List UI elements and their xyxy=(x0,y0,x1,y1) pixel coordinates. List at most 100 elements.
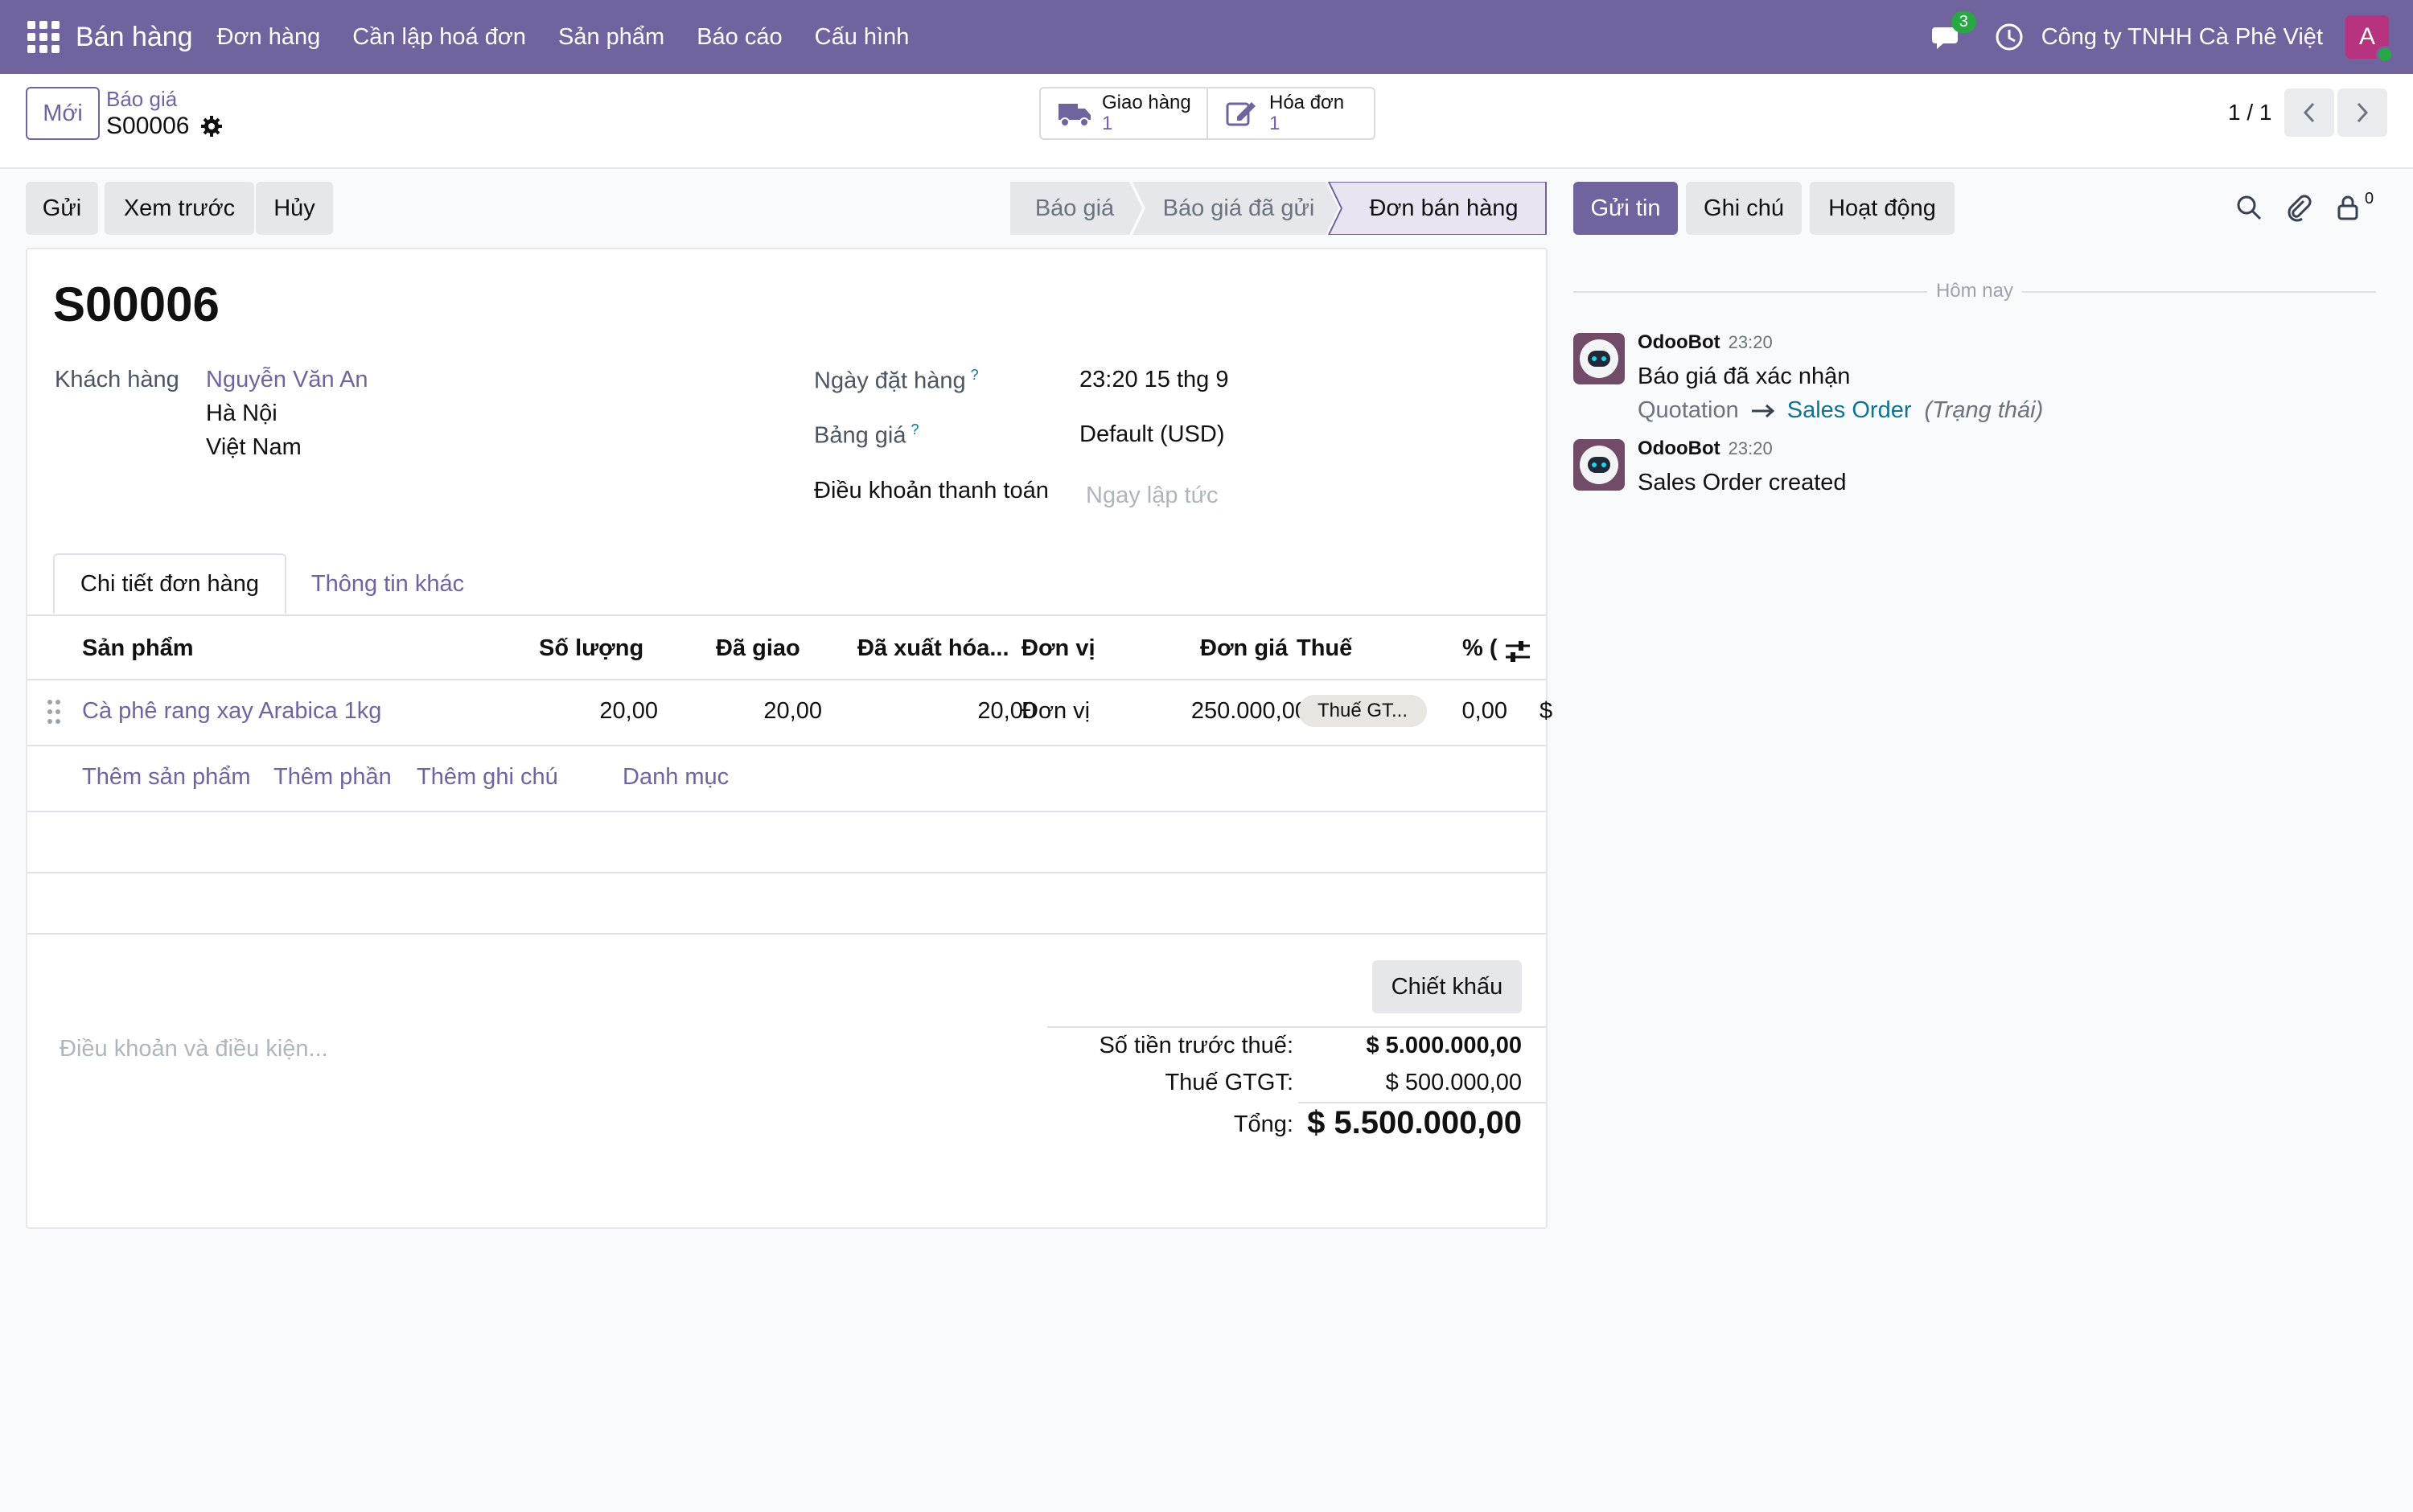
app-name[interactable]: Bán hàng xyxy=(76,22,193,53)
optional-columns-icon[interactable] xyxy=(1504,639,1531,664)
menu-reporting[interactable]: Báo cáo xyxy=(697,24,782,51)
payment-terms-label: Điều khoản thanh toán xyxy=(814,478,1049,503)
preview-button[interactable]: Xem trước xyxy=(105,182,254,235)
add-note-link[interactable]: Thêm ghi chú xyxy=(417,764,558,791)
col-uom[interactable]: Đơn vị xyxy=(1022,635,1096,662)
avatar-initial: A xyxy=(2358,23,2375,50)
send-email-button[interactable]: Gửi xyxy=(26,182,98,235)
tracking-field-name: (Trạng thái) xyxy=(1924,397,2044,423)
smart-button-delivery[interactable]: Giao hàng 1 xyxy=(1039,87,1208,140)
message-author[interactable]: OdooBot 23:20 xyxy=(1638,438,1773,460)
odoobot-avatar[interactable] xyxy=(1573,333,1625,384)
activities-button[interactable]: Hoạt động xyxy=(1810,182,1955,235)
col-delivered[interactable]: Đã giao xyxy=(716,635,800,662)
gear-icon[interactable] xyxy=(200,115,223,138)
robot-icon xyxy=(1580,446,1618,484)
followers-lock-icon[interactable] xyxy=(2334,193,2363,222)
app-grid-icon[interactable] xyxy=(27,21,60,53)
terms-conditions-input[interactable]: Điều khoản và điều kiện... xyxy=(60,1036,328,1062)
delivery-label: Giao hàng xyxy=(1102,92,1191,113)
paperclip-icon[interactable] xyxy=(2284,193,2313,222)
stage-quotation-sent[interactable]: Báo giá đã gửi xyxy=(1144,182,1334,235)
pricelist-value[interactable]: Default (USD) xyxy=(1079,421,1225,448)
message-time: 23:20 xyxy=(1728,332,1773,352)
line-quantity[interactable]: 20,00 xyxy=(515,698,658,725)
stage-sales-order[interactable]: Đơn bán hàng xyxy=(1342,182,1546,235)
untaxed-amount-value: $ 5.000.000,00 xyxy=(1366,1033,1522,1058)
total-divider xyxy=(1298,1102,1546,1103)
odoobot-avatar[interactable] xyxy=(1573,439,1625,491)
help-tooltip-icon[interactable]: ? xyxy=(971,367,979,383)
invoice-count: 1 xyxy=(1269,113,1280,134)
table-row[interactable]: Cà phê rang xay Arabica 1kg 20,00 20,00 … xyxy=(27,680,1552,746)
log-note-button[interactable]: Ghi chú xyxy=(1686,182,1802,235)
pager-next-button[interactable] xyxy=(2337,88,2387,137)
invoice-label: Hóa đơn xyxy=(1269,92,1345,113)
menu-to-invoice[interactable]: Cần lập hoá đơn xyxy=(352,24,526,51)
delivery-count: 1 xyxy=(1102,113,1113,134)
new-button[interactable]: Mới xyxy=(26,87,100,140)
smart-button-invoice[interactable]: Hóa đơn 1 xyxy=(1206,87,1375,140)
add-product-link[interactable]: Thêm sản phẩm xyxy=(82,764,251,791)
company-switcher[interactable]: Công ty TNHH Cà Phê Việt xyxy=(2041,24,2323,51)
messages-icon[interactable]: 3 xyxy=(1931,11,1976,53)
message-body: Sales Order created xyxy=(1638,470,1847,495)
navbar-systray: 3 Công ty TNHH Cà Phê Việt A xyxy=(1931,0,2413,74)
breadcrumb-current: S00006 xyxy=(106,113,223,140)
user-avatar[interactable]: A xyxy=(2345,15,2394,64)
menu-configuration[interactable]: Cấu hình xyxy=(815,24,910,51)
line-tax-tag[interactable]: Thuế GT... xyxy=(1298,695,1427,727)
line-uom[interactable]: Đơn vị xyxy=(1022,698,1090,725)
col-quantity[interactable]: Số lượng xyxy=(539,635,643,662)
cancel-order-button[interactable]: Hủy xyxy=(256,182,333,235)
catalog-link[interactable]: Danh mục xyxy=(623,764,729,791)
message-author-name: OdooBot xyxy=(1638,438,1720,459)
totals-divider xyxy=(1047,1026,1546,1028)
form-sheet: S00006 Khách hàng Nguyễn Văn An Hà Nội V… xyxy=(26,248,1552,1229)
pager-previous-button[interactable] xyxy=(2284,88,2334,137)
line-product[interactable]: Cà phê rang xay Arabica 1kg xyxy=(82,698,381,725)
tracking-value: Quotation Sales Order (Trạng thái) xyxy=(1638,397,2043,424)
line-discount[interactable]: 0,00 xyxy=(1419,698,1507,725)
tab-other-info[interactable]: Thông tin khác xyxy=(291,553,484,614)
breadcrumb-parent[interactable]: Báo giá xyxy=(106,87,177,112)
tab-order-lines[interactable]: Chi tiết đơn hàng xyxy=(53,553,286,614)
col-taxes[interactable]: Thuế xyxy=(1297,635,1352,662)
message-author[interactable]: OdooBot 23:20 xyxy=(1638,331,1773,354)
breadcrumb-current-label: S00006 xyxy=(106,113,190,139)
tax-amount-label: Thuế GTGT: xyxy=(1165,1070,1293,1095)
date-divider-line xyxy=(2022,291,2376,293)
online-status-dot xyxy=(2376,46,2394,64)
line-subtotal: $ xyxy=(1539,698,1553,724)
col-product[interactable]: Sản phẩm xyxy=(82,635,194,662)
order-name: S00006 xyxy=(53,277,220,331)
menu-orders[interactable]: Đơn hàng xyxy=(217,24,321,51)
stage-quotation[interactable]: Báo giá xyxy=(1010,182,1139,235)
followers-count: 0 xyxy=(2365,190,2374,207)
discount-button[interactable]: Chiết khấu xyxy=(1372,960,1522,1013)
col-discount[interactable]: % ( xyxy=(1462,635,1498,662)
total-value: $ 5.500.000,00 xyxy=(1307,1105,1522,1140)
col-unit-price[interactable]: Đơn giá xyxy=(1200,635,1288,662)
search-icon[interactable] xyxy=(2234,193,2263,222)
help-tooltip-icon[interactable]: ? xyxy=(911,421,919,438)
messages-count-badge: 3 xyxy=(1951,11,1976,33)
date-divider-line xyxy=(1573,291,1927,293)
arrow-right-icon xyxy=(1751,404,1775,417)
table-header: Sản phẩm Số lượng Đã giao Đã xuất hóa...… xyxy=(27,614,1546,680)
order-date-value[interactable]: 23:20 15 thg 9 xyxy=(1079,367,1228,393)
pager-value[interactable]: 1 / 1 xyxy=(2228,100,2271,125)
payment-terms-input[interactable]: Ngay lập tức xyxy=(1086,483,1218,509)
add-section-link[interactable]: Thêm phần xyxy=(273,764,392,791)
top-navbar: Bán hàng Đơn hàng Cần lập hoá đơn Sản ph… xyxy=(0,0,2413,74)
col-invoiced[interactable]: Đã xuất hóa... xyxy=(857,635,1009,662)
line-invoiced: 20,00 xyxy=(977,698,1036,724)
line-unit-price[interactable]: 250.000,00 xyxy=(1137,698,1308,725)
drag-handle-icon[interactable] xyxy=(47,698,61,725)
activity-clock-icon[interactable] xyxy=(1993,21,2025,53)
pricelist-label-text: Bảng giá xyxy=(814,422,906,449)
order-date-label-text: Ngày đặt hàng xyxy=(814,368,966,394)
menu-products[interactable]: Sản phẩm xyxy=(558,24,664,51)
send-message-button[interactable]: Gửi tin xyxy=(1573,182,1678,235)
customer-link[interactable]: Nguyễn Văn An xyxy=(206,367,368,393)
